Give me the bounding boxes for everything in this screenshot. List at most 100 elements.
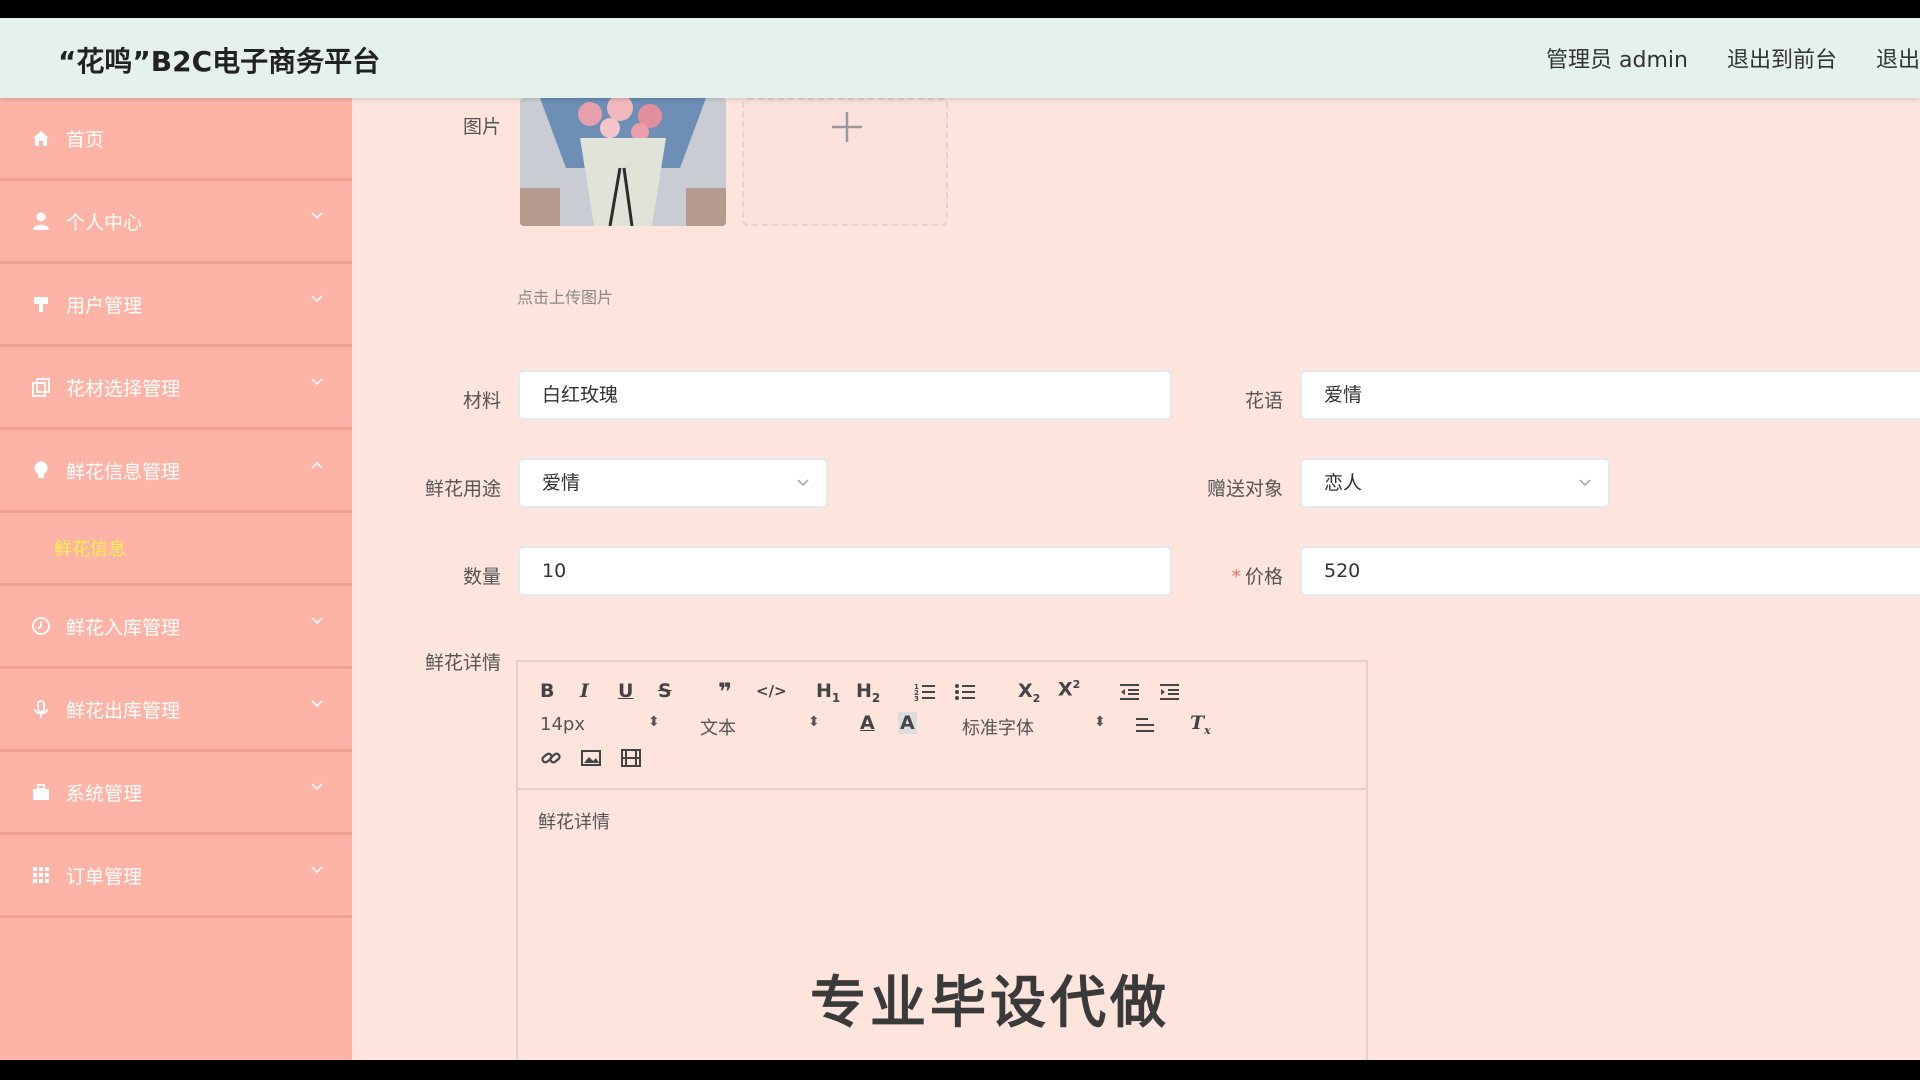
sidebar-item-label: 鲜花信息管理: [66, 460, 181, 483]
sidebar-item-system[interactable]: 系统管理: [0, 752, 352, 835]
quote-button[interactable]: ❞: [718, 678, 732, 706]
link-icon[interactable]: [540, 748, 562, 768]
text-type-select[interactable]: 文本: [700, 714, 736, 740]
watermark-text: 专业毕设代做: [810, 971, 1170, 1036]
video-icon[interactable]: [620, 748, 642, 768]
chevron-down-icon: [1579, 479, 1591, 487]
brand-title: “花鸣”B2C电子商务平台: [58, 45, 381, 78]
clear-format-button[interactable]: Tx: [1190, 712, 1211, 737]
top-header: “花鸣”B2C电子商务平台 管理员 admin 退出到前台 退出: [0, 18, 1920, 98]
flower-image-thumbnail[interactable]: [520, 98, 726, 226]
plus-icon: [832, 112, 862, 142]
italic-button[interactable]: I: [580, 680, 589, 702]
briefcase-icon: [30, 781, 52, 803]
bold-button[interactable]: B: [540, 680, 554, 702]
subscript-button[interactable]: X2: [1018, 680, 1040, 705]
chevron-up-icon: [311, 461, 323, 469]
sidebar-item-label: 订单管理: [66, 865, 143, 888]
usage-label: 鲜花用途: [424, 478, 501, 500]
material-label: 材料: [462, 390, 501, 412]
font-size-select[interactable]: 14px: [540, 714, 585, 735]
font-color-button[interactable]: A: [860, 712, 875, 734]
header-nav: 管理员 admin 退出到前台 退出: [1514, 42, 1920, 74]
price-label-text: 价格: [1244, 566, 1283, 588]
sidebar-item-label: 用户管理: [66, 294, 143, 317]
sidebar-item-label: 系统管理: [66, 782, 143, 805]
user-icon: [30, 210, 52, 232]
font-family-select[interactable]: 标准字体: [962, 714, 1034, 740]
sidebar-item-stock-in[interactable]: 鲜花入库管理: [0, 586, 352, 669]
sidebar-item-label: 个人中心: [66, 211, 143, 234]
grid-icon: [30, 864, 52, 886]
detail-label: 鲜花详情: [424, 652, 501, 674]
sidebar-item-label: 鲜花出库管理: [66, 699, 181, 722]
chevron-down-icon: [311, 866, 323, 874]
sidebar-item-label: 首页: [66, 128, 105, 151]
bullet-list-icon[interactable]: [954, 682, 976, 702]
editor-content-area[interactable]: 鲜花详情: [518, 790, 1366, 852]
price-input[interactable]: 520: [1300, 546, 1920, 596]
font-family-arrows-icon: ⬍: [1094, 714, 1106, 730]
sidebar-item-flower-info[interactable]: 鲜花信息管理: [0, 430, 352, 513]
material-input[interactable]: 白红玫瑰: [518, 370, 1172, 420]
sidebar-subitem-label: 鲜花信息: [54, 539, 126, 560]
align-icon[interactable]: [1134, 716, 1156, 734]
home-icon: [30, 127, 52, 149]
quantity-input[interactable]: 10: [518, 546, 1172, 596]
exit-to-front-link[interactable]: 退出到前台: [1727, 48, 1837, 73]
gift-target-select-value: 恋人: [1324, 472, 1363, 494]
sidebar-item-stock-out[interactable]: 鲜花出库管理: [0, 669, 352, 752]
chevron-down-icon: [311, 295, 323, 303]
chevron-down-icon: [311, 700, 323, 708]
user-manage-icon: [30, 293, 52, 315]
editor-content-text: 鲜花详情: [538, 812, 610, 833]
price-label: * 价格: [1168, 562, 1283, 589]
sidebar-item-materials[interactable]: 花材选择管理: [0, 347, 352, 430]
code-button[interactable]: </>: [756, 682, 787, 700]
current-user: 管理员 admin: [1546, 48, 1688, 73]
image-label: 图片: [462, 116, 501, 138]
mic-icon: [30, 698, 52, 720]
background-color-button[interactable]: A: [898, 712, 917, 734]
clock-icon: [30, 615, 52, 637]
underline-button[interactable]: U: [618, 680, 633, 702]
flower-language-input[interactable]: 爱情: [1300, 370, 1920, 420]
main-content: 图片 点击上传图片 材料 白红玫瑰 花语 爱情 鲜花用途 爱情 赠送对象 恋人 …: [386, 98, 1920, 1060]
flower-language-label: 花语: [1244, 390, 1283, 412]
image-icon[interactable]: [580, 748, 602, 768]
bulb-icon: [30, 459, 52, 481]
sidebar-item-orders[interactable]: 订单管理: [0, 835, 352, 918]
ordered-list-icon[interactable]: 123: [914, 682, 936, 702]
text-type-arrows-icon: ⬍: [808, 714, 820, 730]
upload-hint: 点击上传图片: [517, 288, 614, 307]
sidebar-subitem-flower-info[interactable]: 鲜花信息: [0, 513, 352, 586]
sidebar-item-label: 鲜花入库管理: [66, 616, 181, 639]
chevron-down-icon: [311, 378, 323, 386]
quantity-label: 数量: [462, 566, 501, 588]
chevron-down-icon: [311, 783, 323, 791]
screen: “花鸣”B2C电子商务平台 管理员 admin 退出到前台 退出 首页 个人中心…: [0, 0, 1920, 1080]
sidebar-item-personal[interactable]: 个人中心: [0, 181, 352, 264]
bouquet-image: [520, 98, 726, 226]
usage-select-value: 爱情: [542, 472, 581, 494]
heading1-button[interactable]: H1: [816, 680, 840, 705]
image-upload-box[interactable]: [742, 98, 948, 226]
usage-select[interactable]: 爱情: [518, 458, 828, 508]
superscript-button[interactable]: X2: [1058, 678, 1080, 700]
chevron-down-icon: [311, 212, 323, 220]
strike-button[interactable]: S: [658, 680, 672, 702]
heading2-button[interactable]: H2: [856, 680, 880, 705]
editor-toolbar: B I U S ❞ </> H1 H2 123 X2 X2 14px ⬍ 文本 …: [518, 662, 1366, 790]
copy-icon: [30, 376, 52, 398]
required-mark: *: [1231, 566, 1241, 588]
gift-target-select[interactable]: 恋人: [1300, 458, 1610, 508]
logout-link[interactable]: 退出: [1876, 48, 1920, 73]
indent-icon[interactable]: [1158, 682, 1180, 702]
outdent-icon[interactable]: [1118, 682, 1140, 702]
sidebar-item-home[interactable]: 首页: [0, 98, 352, 181]
sidebar-item-users[interactable]: 用户管理: [0, 264, 352, 347]
chevron-down-icon: [311, 617, 323, 625]
sidebar: 首页 个人中心 用户管理 花材选择管理 鲜花信息管理 鲜花信息 鲜花入库管理 鲜…: [0, 98, 352, 1060]
font-size-arrows-icon: ⬍: [648, 714, 660, 730]
app-window: “花鸣”B2C电子商务平台 管理员 admin 退出到前台 退出 首页 个人中心…: [0, 18, 1920, 1060]
